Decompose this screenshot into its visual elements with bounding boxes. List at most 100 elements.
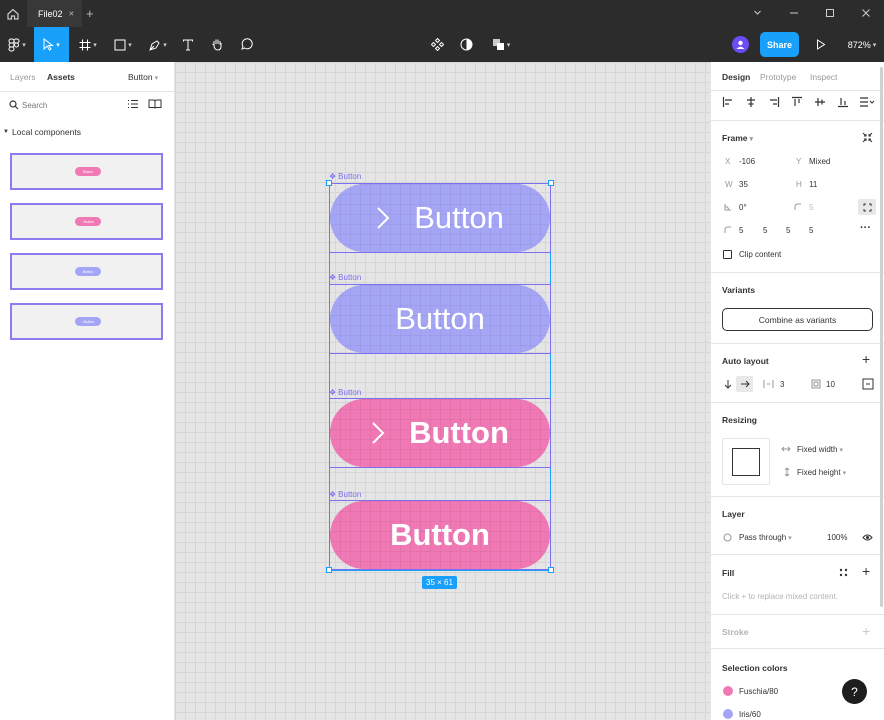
- component-icon: [430, 38, 444, 51]
- list-view-icon[interactable]: [127, 99, 139, 109]
- main-menu-button[interactable]: ▾: [2, 27, 32, 62]
- maximize-icon[interactable]: [825, 8, 835, 18]
- radius-bottom-left-field[interactable]: 5: [809, 226, 813, 235]
- local-components-header[interactable]: ▼ Local components: [3, 127, 81, 137]
- move-tool-button[interactable]: ▾: [34, 27, 69, 62]
- radius-bottom-right-field[interactable]: 5: [786, 226, 790, 235]
- component-thumbnail[interactable]: › Button: [10, 303, 163, 340]
- help-button[interactable]: ?: [842, 679, 867, 704]
- x-field[interactable]: -106: [739, 157, 755, 166]
- text-icon: [182, 39, 194, 51]
- tab-layers[interactable]: Layers: [10, 72, 36, 82]
- button-component[interactable]: Button: [329, 398, 551, 468]
- independent-corners-button[interactable]: [858, 199, 876, 215]
- pen-tool-button[interactable]: ▾: [143, 27, 173, 62]
- combine-as-variants-button[interactable]: Combine as variants: [722, 308, 873, 331]
- tab-design[interactable]: Design: [722, 72, 750, 82]
- spacing-field[interactable]: 3: [780, 380, 784, 389]
- color-swatch[interactable]: [723, 709, 733, 719]
- component-name: Button: [338, 490, 362, 499]
- collapse-frame-icon[interactable]: [862, 132, 873, 143]
- w-field[interactable]: 35: [739, 180, 748, 189]
- color-name[interactable]: Iris/60: [739, 710, 761, 719]
- color-name[interactable]: Fuschia/80: [739, 687, 778, 696]
- scrollbar[interactable]: [880, 67, 883, 607]
- add-tab-button[interactable]: +: [86, 6, 94, 21]
- search-input[interactable]: [22, 99, 117, 112]
- component-label[interactable]: ❖ Button: [329, 490, 361, 499]
- library-dropdown[interactable]: Button ▾: [128, 72, 158, 82]
- present-button[interactable]: [812, 27, 830, 62]
- shape-tool-button[interactable]: ▾: [108, 27, 138, 62]
- minimize-icon[interactable]: [789, 8, 799, 18]
- clip-content-checkbox[interactable]: [723, 250, 732, 259]
- direction-horizontal-button[interactable]: [736, 376, 753, 392]
- constraints-widget[interactable]: [722, 438, 770, 485]
- tab-assets[interactable]: Assets: [47, 72, 75, 82]
- button-component[interactable]: Button: [329, 183, 551, 253]
- file-tab[interactable]: File02 ✕: [27, 0, 82, 27]
- play-icon: [816, 39, 826, 50]
- radius-field[interactable]: 5: [809, 203, 813, 212]
- align-bottom-icon[interactable]: [837, 96, 849, 108]
- distribute-icon[interactable]: [859, 96, 875, 108]
- height-resizing-dropdown[interactable]: Fixed height ▾: [797, 468, 846, 477]
- library-book-icon[interactable]: [148, 99, 162, 109]
- resize-handle[interactable]: [326, 567, 332, 573]
- align-center-v-icon[interactable]: [814, 96, 826, 108]
- home-icon[interactable]: [6, 7, 19, 20]
- component-thumbnail[interactable]: Button: [10, 153, 163, 190]
- mask-button[interactable]: [457, 27, 475, 62]
- avatar[interactable]: [731, 27, 749, 62]
- resize-handle[interactable]: [326, 180, 332, 186]
- tab-inspect[interactable]: Inspect: [810, 72, 837, 82]
- color-swatch[interactable]: [723, 686, 733, 696]
- frame-tool-button[interactable]: ▾: [73, 27, 103, 62]
- arrow-down-icon[interactable]: [724, 379, 732, 389]
- component-label[interactable]: ❖ Button: [329, 273, 361, 282]
- button-component[interactable]: Button: [329, 500, 551, 570]
- add-stroke-icon[interactable]: +: [862, 623, 870, 639]
- align-right-icon[interactable]: [768, 96, 780, 108]
- share-button[interactable]: Share: [760, 32, 799, 57]
- h-field[interactable]: 11: [809, 180, 817, 189]
- hand-tool-button[interactable]: [207, 27, 227, 62]
- add-fill-icon[interactable]: +: [862, 563, 870, 579]
- padding-field[interactable]: 10: [826, 380, 835, 389]
- eye-icon[interactable]: [862, 533, 873, 542]
- button-component[interactable]: Button: [329, 284, 551, 354]
- component-label[interactable]: ❖ Button: [329, 388, 361, 397]
- add-auto-layout-icon[interactable]: +: [862, 351, 870, 367]
- close-window-icon[interactable]: [861, 8, 871, 18]
- component-label[interactable]: ❖ Button: [329, 172, 361, 181]
- blend-mode-dropdown[interactable]: Pass through ▾: [739, 533, 792, 542]
- y-field[interactable]: Mixed: [809, 157, 830, 166]
- canvas[interactable]: ❖ Button Button ❖ Button Button ❖ Button Bu…: [175, 62, 710, 720]
- radius-top-right-field[interactable]: 5: [763, 226, 767, 235]
- chevron-down-icon[interactable]: [753, 8, 762, 17]
- more-options-icon[interactable]: ···: [860, 222, 871, 234]
- radius-top-left-field[interactable]: 5: [739, 226, 743, 235]
- opacity-field[interactable]: 100%: [827, 533, 847, 542]
- components-button[interactable]: [428, 27, 446, 62]
- boolean-button[interactable]: ▾: [487, 27, 515, 62]
- zoom-control[interactable]: 872% ▾: [842, 27, 882, 62]
- comment-tool-button[interactable]: [236, 27, 256, 62]
- resize-handle[interactable]: [548, 567, 554, 573]
- styles-grid-icon[interactable]: [839, 568, 848, 577]
- rotation-field[interactable]: 0°: [739, 203, 747, 212]
- align-center-h-icon[interactable]: [745, 96, 757, 108]
- panel-divider: [711, 120, 884, 121]
- resize-handle[interactable]: [548, 180, 554, 186]
- align-left-icon[interactable]: [722, 96, 734, 108]
- component-thumbnail[interactable]: › Button: [10, 203, 163, 240]
- align-top-icon[interactable]: [791, 96, 803, 108]
- close-icon[interactable]: ✕: [69, 10, 75, 18]
- frame-dropdown[interactable]: Frame ▾: [722, 133, 753, 143]
- width-resizing-dropdown[interactable]: Fixed width ▾: [797, 445, 843, 454]
- tab-prototype[interactable]: Prototype: [760, 72, 796, 82]
- text-tool-button[interactable]: [178, 27, 198, 62]
- thumbnail-preview: Button: [75, 167, 101, 176]
- alignment-icon[interactable]: [862, 378, 874, 390]
- component-thumbnail[interactable]: Button: [10, 253, 163, 290]
